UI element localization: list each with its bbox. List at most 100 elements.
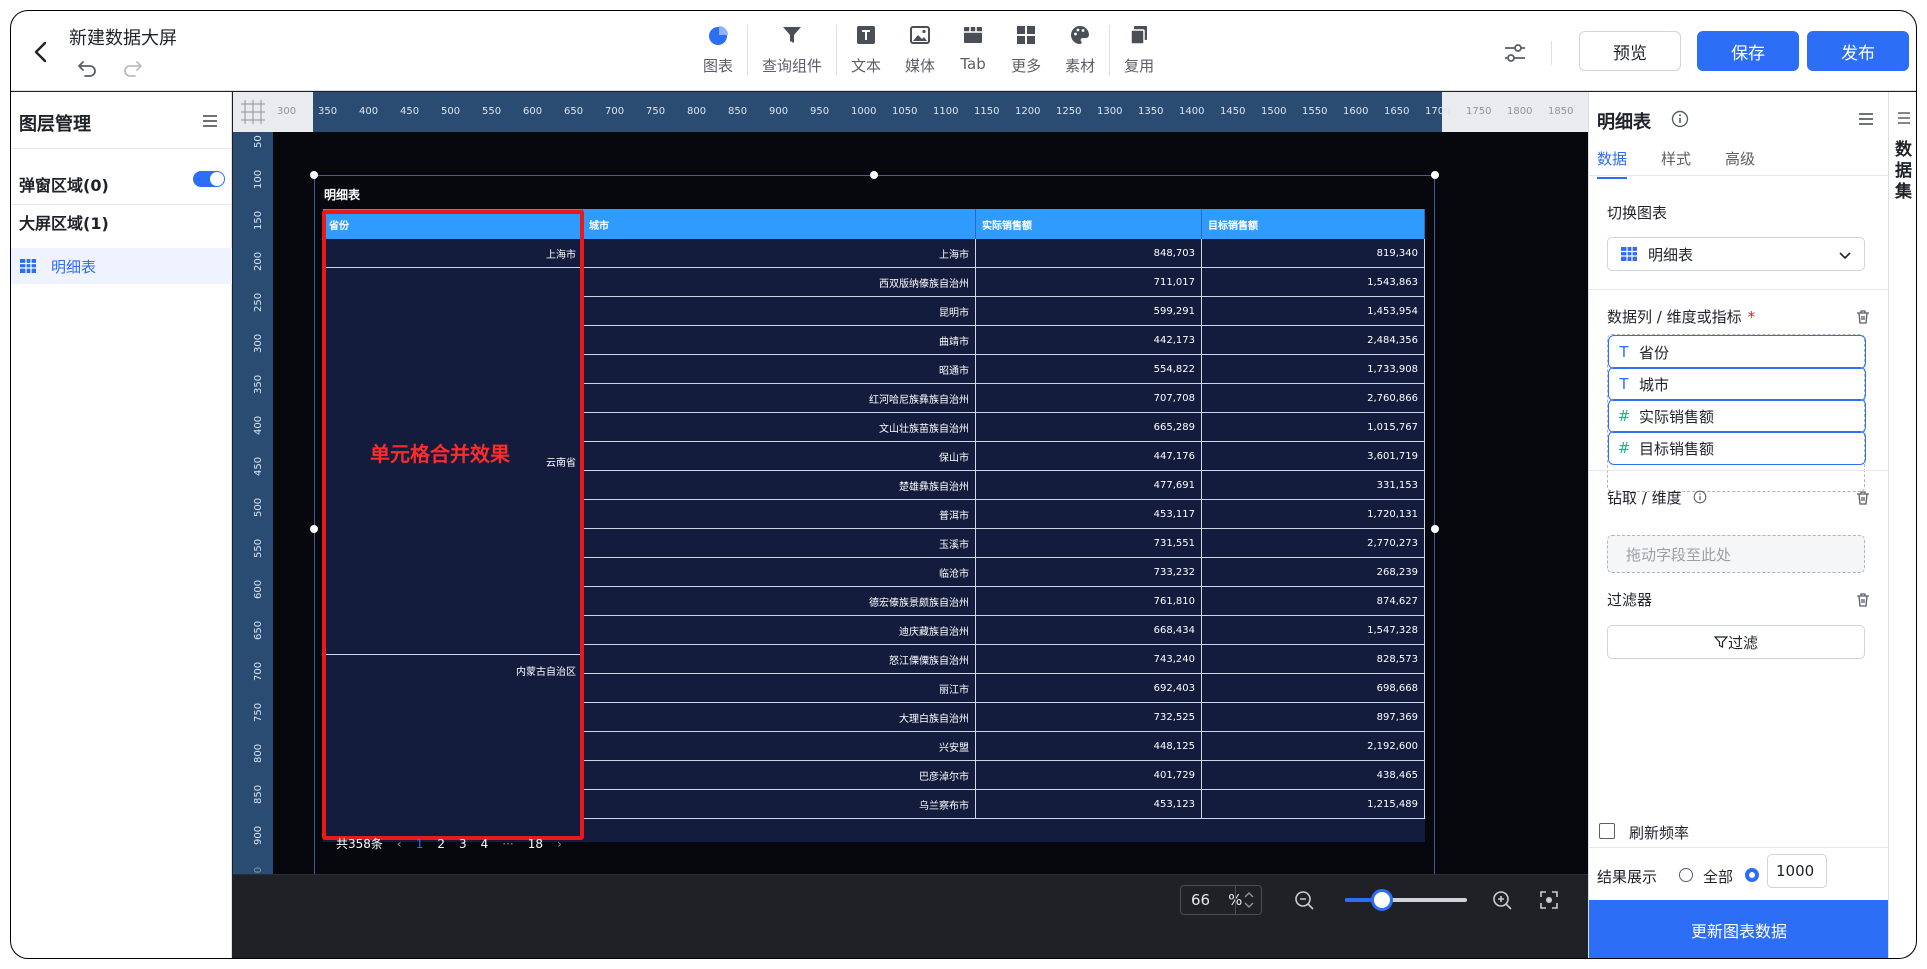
table-row[interactable]: 兴安盟 448,125 2,192,600: [583, 732, 1425, 761]
tool-more[interactable]: 更多: [999, 21, 1053, 76]
header-cell[interactable]: 城市: [583, 209, 976, 239]
sliders-icon[interactable]: [1501, 39, 1529, 67]
publish-button[interactable]: 发布: [1807, 31, 1909, 71]
zoom-input[interactable]: 66 %: [1180, 885, 1262, 915]
field-item-province[interactable]: T 省份: [1608, 335, 1866, 369]
screen-title[interactable]: 新建数据大屏: [69, 24, 177, 50]
page-number[interactable]: 18: [528, 837, 543, 851]
zoom-slider-handle[interactable]: [1370, 889, 1393, 911]
menu-icon[interactable]: [201, 112, 219, 130]
city-cell: 乌兰察布市: [583, 790, 976, 818]
resize-handle[interactable]: [1431, 525, 1439, 533]
table-row[interactable]: 红河哈尼族彝族自治州 707,708 2,760,866: [583, 384, 1425, 413]
tool-media[interactable]: 媒体: [893, 21, 947, 76]
table-row[interactable]: 保山市 447,176 3,601,719: [583, 442, 1425, 471]
table-row[interactable]: 迪庆藏族自治州 668,434 1,547,328: [583, 616, 1425, 645]
menu-icon[interactable]: [1857, 110, 1875, 128]
redo-icon[interactable]: [121, 56, 145, 80]
zoom-slider[interactable]: [1345, 889, 1467, 911]
preview-button[interactable]: 预览: [1579, 31, 1681, 71]
update-chart-data-button[interactable]: 更新图表数据: [1589, 900, 1889, 958]
ruler-tick: 800: [687, 106, 707, 117]
popup-toggle[interactable]: [193, 171, 225, 187]
table-row[interactable]: 西双版纳傣族自治州 711,017 1,543,863: [583, 268, 1425, 297]
screen-canvas[interactable]: 明细表 省份 城市 实际销售额 目标销售额 上海市 云南省 内蒙古自治区 上海市…: [273, 132, 1588, 886]
header-cell[interactable]: 目标销售额: [1202, 209, 1425, 239]
table-row[interactable]: 曲靖市 442,173 2,484,356: [583, 326, 1425, 355]
horizontal-ruler[interactable]: 300 350 400 450 500 550 600 650 700 750 800 850 900 9…: [273, 92, 1588, 132]
trash-icon[interactable]: [1855, 592, 1871, 608]
ruler-tick: 550: [253, 538, 264, 558]
detail-table[interactable]: 省份 城市 实际销售额 目标销售额 上海市 云南省 内蒙古自治区 上海市 848,…: [323, 209, 1425, 842]
table-row[interactable]: 丽江市 692,403 698,668: [583, 674, 1425, 703]
radio-all[interactable]: [1679, 868, 1693, 882]
zoom-in-icon[interactable]: [1491, 889, 1513, 911]
field-name: 城市: [1639, 375, 1670, 394]
field-drop-list[interactable]: T 省份 T 城市 # 实际销售额 # 目标销售额: [1607, 334, 1866, 492]
chart-type-select[interactable]: 明细表: [1607, 237, 1865, 271]
resize-handle[interactable]: [870, 171, 878, 179]
table-row[interactable]: 昆明市 599,291 1,453,954: [583, 297, 1425, 326]
trash-icon[interactable]: [1855, 309, 1871, 325]
tool-reuse[interactable]: 复用: [1112, 21, 1166, 76]
page-number[interactable]: 3: [459, 837, 467, 851]
table-row[interactable]: 玉溪市 731,551 2,770,273: [583, 529, 1425, 558]
trash-icon[interactable]: [1855, 490, 1871, 506]
result-limit-input[interactable]: 1000: [1767, 854, 1827, 888]
table-row[interactable]: 上海市 848,703 819,340: [583, 239, 1425, 268]
tool-text[interactable]: 文本: [839, 21, 893, 76]
prev-page-icon[interactable]: ‹: [397, 837, 402, 851]
vertical-ruler[interactable]: 50 100 150 200 250 300 350 400 450 500 550 600 650 70…: [233, 132, 273, 958]
save-button[interactable]: 保存: [1697, 31, 1799, 71]
tool-tab[interactable]: Tab: [947, 21, 999, 73]
actual-sales-cell: 707,708: [976, 384, 1202, 412]
tool-query-label: 查询组件: [762, 57, 823, 75]
field-item-actual-sales[interactable]: # 实际销售额: [1608, 399, 1866, 433]
tool-reuse-label: 复用: [1124, 57, 1155, 75]
table-row[interactable]: 文山壮族苗族自治州 665,289 1,015,767: [583, 413, 1425, 442]
copy-icon: [1130, 26, 1148, 45]
back-arrow-icon[interactable]: [29, 39, 55, 65]
page-number[interactable]: 2: [437, 837, 445, 851]
table-row[interactable]: 临沧市 733,232 268,239: [583, 558, 1425, 587]
header-cell[interactable]: 省份: [323, 209, 583, 239]
resize-handle[interactable]: [1431, 171, 1439, 179]
tool-assets[interactable]: 素材: [1053, 21, 1107, 76]
header-cell[interactable]: 实际销售额: [976, 209, 1202, 239]
drill-drop-zone[interactable]: 拖动字段至此处: [1607, 535, 1865, 573]
filter-button[interactable]: 过滤: [1607, 625, 1865, 659]
zoom-out-icon[interactable]: [1293, 889, 1315, 911]
radio-limit[interactable]: [1745, 868, 1759, 882]
next-page-icon[interactable]: ›: [557, 837, 562, 851]
info-icon[interactable]: [1671, 110, 1689, 128]
table-row[interactable]: 德宏傣族景颇族自治州 761,810 874,627: [583, 587, 1425, 616]
zoom-stepper[interactable]: [1235, 886, 1261, 914]
page-number[interactable]: 4: [481, 837, 489, 851]
tool-query[interactable]: 查询组件: [750, 21, 834, 76]
layer-item-table[interactable]: 明细表: [11, 248, 232, 284]
field-item-city[interactable]: T 城市: [1608, 367, 1866, 401]
dataset-strip[interactable]: 数据集: [1888, 92, 1916, 958]
page-number[interactable]: 1: [416, 837, 424, 851]
table-row[interactable]: 乌兰察布市 453,123 1,215,489: [583, 790, 1425, 819]
menu-icon[interactable]: [1896, 110, 1912, 126]
undo-icon[interactable]: [75, 56, 99, 80]
resize-handle[interactable]: [310, 525, 318, 533]
city-cell: 昭通市: [583, 355, 976, 383]
refresh-checkbox[interactable]: [1599, 823, 1615, 839]
fit-screen-icon[interactable]: [1538, 889, 1560, 911]
tool-chart[interactable]: 图表: [691, 21, 745, 76]
table-row[interactable]: 普洱市 453,117 1,720,131: [583, 500, 1425, 529]
table-row[interactable]: 楚雄彝族自治州 477,691 331,153: [583, 471, 1425, 500]
table-row[interactable]: 昭通市 554,822 1,733,908: [583, 355, 1425, 384]
table-row[interactable]: 怒江傈僳族自治州 743,240 828,573: [583, 645, 1425, 674]
table-row[interactable]: 巴彦淖尔市 401,729 438,465: [583, 761, 1425, 790]
info-icon[interactable]: [1693, 490, 1707, 504]
field-item-target-sales[interactable]: # 目标销售额: [1608, 431, 1866, 465]
resize-handle[interactable]: [310, 171, 318, 179]
zoom-bar: 66 %: [233, 874, 1588, 958]
chart-type-value: 明细表: [1648, 245, 1694, 264]
layer-panel: 图层管理 弹窗区域(0) 大屏区域(1) 明细表: [11, 92, 232, 958]
table-row[interactable]: 大理白族自治州 732,525 897,369: [583, 703, 1425, 732]
page-ellipsis[interactable]: ···: [502, 837, 513, 851]
